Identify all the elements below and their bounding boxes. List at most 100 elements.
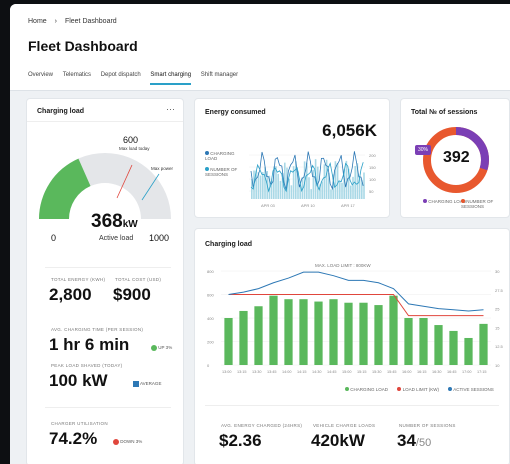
energy-bar [277, 173, 279, 199]
charging-load-bar [359, 302, 368, 365]
legend-dot [448, 387, 453, 391]
peak-load-badge-text: Average [140, 381, 162, 387]
utilisation-delta: DOWN 3% [113, 439, 142, 445]
energy-bar [259, 175, 262, 199]
y-tick-label: 600 [207, 293, 214, 298]
x-tick-label: 15:30 [372, 370, 382, 374]
x-tick-label: APR 17 [341, 203, 356, 208]
average-icon [133, 381, 139, 387]
y2-tick-label: 10 [495, 363, 500, 368]
y2-tick-label: 25 [495, 307, 500, 312]
x-tick-label: 16:30 [432, 370, 442, 374]
active-load-readout: 368kW [91, 211, 138, 233]
energy-consumed-title: Energy consumed [205, 109, 266, 116]
y2-tick-label: 12.5 [495, 344, 504, 349]
active-sessions-line [228, 271, 484, 312]
y-tick-label: 150 [369, 165, 376, 170]
sessions-title: Total № of sessions [411, 109, 478, 116]
total-cost-label: Total cost (USD) [115, 277, 162, 282]
x-tick-label: 15:00 [342, 370, 352, 374]
tab-depot-dispatch[interactable]: Depot dispatch [101, 72, 141, 83]
limit-label: MAX. LOAD LIMIT : 800KW [315, 263, 371, 268]
legend-dot [423, 199, 427, 203]
legend-dot [397, 387, 402, 391]
energy-bar [352, 176, 354, 199]
legend-dot [205, 167, 209, 171]
x-tick-label: 17:15 [477, 370, 487, 374]
y2-tick-label: 27.5 [495, 288, 504, 293]
avg-time-delta-text: UP 3% [158, 345, 173, 351]
x-tick-label: 14:45 [327, 370, 337, 374]
charging-load-bar [389, 295, 398, 365]
avg-charging-time-label: Avg. charging time (per session) [51, 327, 144, 332]
charging-chart-title: Charging load [205, 241, 253, 248]
charging-load-bar [254, 306, 263, 365]
more-menu-icon[interactable]: ··· [166, 104, 175, 114]
sessions-total: 392 [443, 149, 470, 166]
breadcrumb-home[interactable]: Home [28, 18, 47, 25]
sessions-count-value: 34 [397, 431, 416, 450]
energy-bar [312, 169, 315, 199]
divider [45, 407, 171, 408]
energy-bar [336, 163, 339, 199]
y-tick-label: 100 [369, 177, 376, 182]
dashboard-window: Home › Fleet Dashboard Fleet Dashboard O… [10, 4, 510, 464]
energy-legend: Charging load Number of sessions [205, 151, 247, 177]
y2-tick-label: 30 [495, 269, 500, 274]
legend-label: Active sessions [453, 387, 494, 392]
tab-overview[interactable]: Overview [28, 72, 53, 83]
sessions-count-total: /50 [415, 437, 432, 449]
vehicle-load-label: Vehicle charge loads [313, 423, 376, 428]
x-tick-label: 15:15 [357, 370, 367, 374]
scale-max: 1000 [149, 233, 170, 243]
charging-load-title: Charging load [37, 108, 85, 115]
x-tick-label: 14:00 [282, 370, 292, 374]
chart-legend: Charging load Load limit (kW) Active ses… [345, 387, 494, 392]
sessions-percent-badge: 30% [415, 145, 432, 155]
x-tick-label: 14:15 [297, 370, 307, 374]
charging-load-bar [224, 318, 233, 365]
x-tick-label: 16:00 [402, 370, 412, 374]
avg-charging-time-value: 1 hr 6 min [49, 335, 130, 354]
load-limit-line [228, 294, 484, 317]
charging-load-bar [314, 301, 323, 365]
sessions-legend-count: Number of sessions [461, 199, 509, 209]
charging-load-bar [464, 337, 473, 365]
charging-load-bar [299, 299, 308, 365]
sessions-card: Total № of sessions 392 30% Charging loa… [400, 98, 510, 218]
energy-bar [279, 180, 282, 199]
tab-telematics[interactable]: Telematics [63, 72, 91, 83]
charging-load-bar [284, 299, 293, 365]
peak-load-label: Peak load shaved (today) [51, 363, 123, 368]
energy-bar [323, 164, 326, 199]
utilisation-label: Charger utilisation [51, 421, 108, 426]
charging-chart-card: Charging load MAX. LOAD LIMIT : 800KW 80… [194, 228, 510, 464]
total-cost-value: $900 [113, 285, 151, 304]
energy-consumed-card: Energy consumed 6,056K Charging load Num… [194, 98, 390, 218]
legend-dot [461, 199, 465, 203]
legend-item-charging-load: Charging load [205, 151, 247, 161]
breadcrumb-separator: › [54, 18, 57, 25]
max-power-label: Max power [151, 166, 174, 171]
legend-dot [205, 151, 209, 155]
charging-load-bar [449, 330, 458, 365]
active-load-value: 368 [91, 211, 123, 232]
y-tick-label: 400 [207, 316, 214, 321]
tab-shift-manager[interactable]: Shift manager [201, 72, 238, 83]
energy-bar [310, 189, 312, 199]
y-tick-label: 200 [207, 340, 214, 345]
vehicle-load-value: 420kW [311, 431, 365, 450]
legend-dot [345, 387, 349, 391]
page-title: Fleet Dashboard [28, 38, 138, 54]
charging-load-bar [269, 295, 278, 365]
total-energy-label: Total energy (kWh) [51, 277, 106, 282]
tab-smart-charging[interactable]: Smart charging [150, 72, 192, 85]
legend-item-active-sessions: Active sessions [448, 387, 494, 392]
legend-label: Number of sessions [205, 167, 238, 177]
avg-energy-label: Avg. energy charged (24hrs) [221, 423, 303, 428]
tab-bar: Overview Telematics Depot dispatch Smart… [28, 72, 246, 85]
y2-tick-label: 15 [495, 325, 500, 330]
charging-load-bar [404, 318, 413, 365]
charging-load-bar [344, 302, 353, 365]
x-tick-label: 17:00 [462, 370, 472, 374]
